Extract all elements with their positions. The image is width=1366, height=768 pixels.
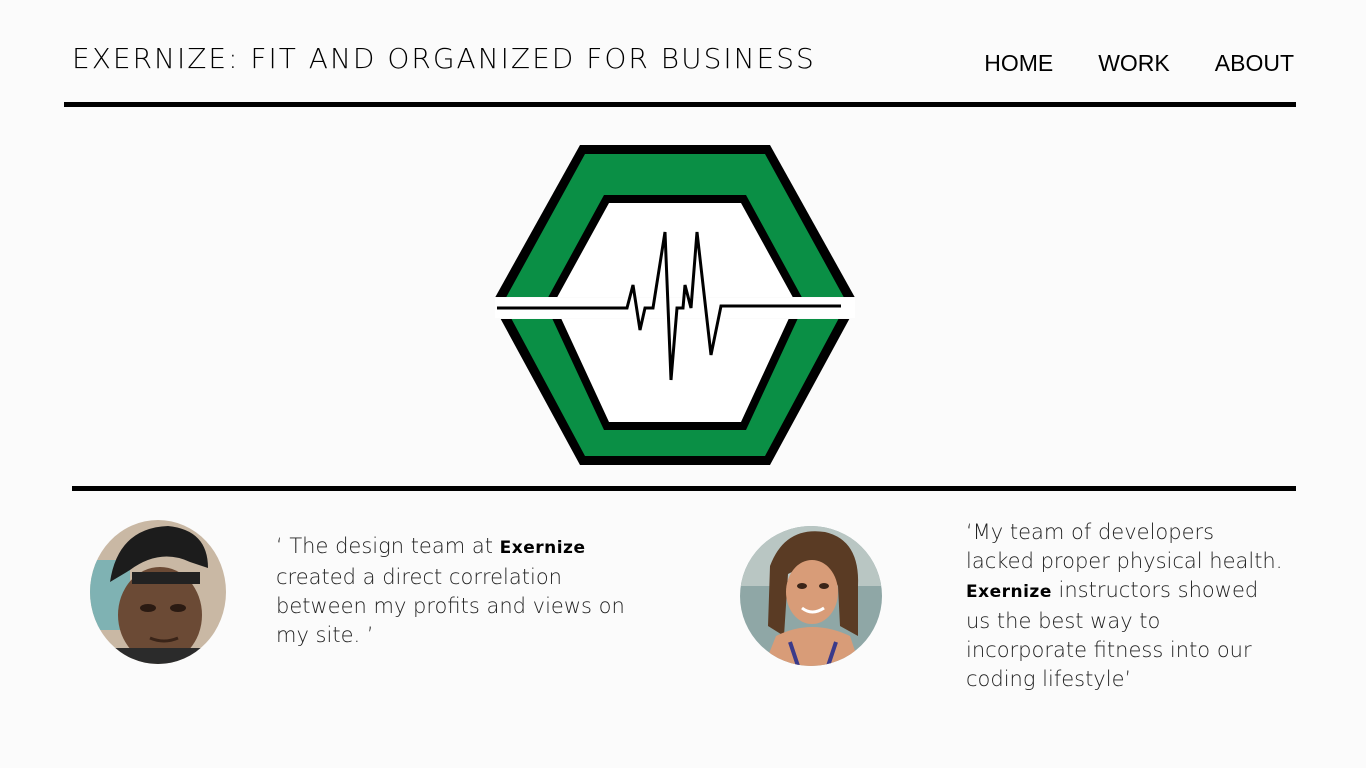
testimonial-quote: ‘ The design team at Exernize created a … (276, 532, 636, 650)
page: EXERNIZE: FIT AND ORGANIZED FOR BUSINESS… (0, 0, 1366, 768)
quote-text-start: ‘ The design team at (276, 534, 500, 558)
site-title: EXERNIZE: FIT AND ORGANIZED FOR BUSINESS (72, 42, 816, 75)
header-divider (64, 102, 1296, 107)
brand-name: Exernize (966, 582, 1052, 602)
woman-avatar (740, 526, 882, 666)
content-divider (72, 486, 1296, 491)
quote-text-end: created a direct correlation between my … (276, 565, 625, 647)
nav-work-link[interactable]: WORK (1098, 50, 1170, 77)
nav-about-link[interactable]: ABOUT (1215, 50, 1294, 77)
nav-home-link[interactable]: HOME (984, 50, 1053, 77)
testimonial-quote: ‘My team of developers lacked proper phy… (966, 518, 1286, 694)
man-with-cap-avatar (90, 520, 226, 664)
brand-name: Exernize (499, 538, 586, 558)
hexagon-heartbeat-icon (485, 145, 865, 465)
quote-text-start: ‘My team of developers lacked proper phy… (966, 520, 1283, 573)
main-nav: HOME WORK ABOUT (984, 50, 1294, 77)
